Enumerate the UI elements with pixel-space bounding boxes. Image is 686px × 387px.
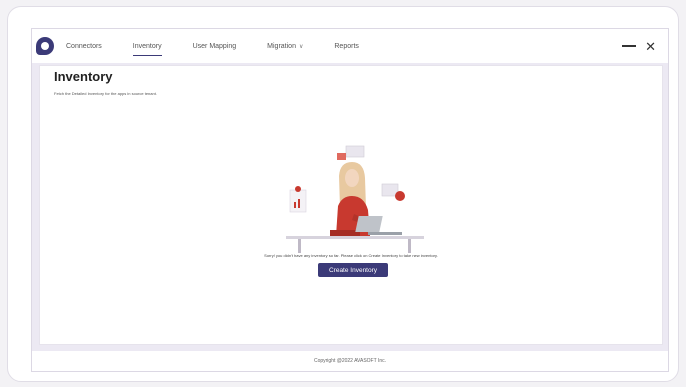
main-nav: Connectors Inventory User Mapping Migrat… [66, 29, 390, 63]
page-subtitle: Fetch the Detailed Inventory for the app… [54, 91, 157, 96]
nav-item-label: Reports [334, 42, 359, 50]
nav-item-label: User Mapping [192, 42, 237, 50]
app-window: Connectors Inventory User Mapping Migrat… [31, 28, 669, 372]
nav-item-reports[interactable]: Reports [334, 29, 359, 63]
top-navigation-bar: Connectors Inventory User Mapping Migrat… [32, 29, 668, 63]
nav-item-label: Connectors [66, 42, 102, 50]
nav-item-inventory[interactable]: Inventory [132, 29, 162, 63]
empty-state-message: Sorry! you didn't have any inventory so … [264, 253, 438, 258]
nav-item-label: Inventory [132, 42, 162, 50]
create-inventory-button[interactable]: Create Inventory [318, 263, 388, 277]
nav-item-label: Migration [267, 42, 296, 50]
minimize-icon[interactable] [622, 45, 637, 47]
nav-item-connectors[interactable]: Connectors [66, 29, 102, 63]
window-controls: ✕ [622, 40, 656, 53]
copyright-text: Copyright @2022 AVASOFT Inc. [313, 358, 387, 364]
nav-item-migration[interactable]: Migration ∨ [267, 29, 303, 63]
chevron-down-icon: ∨ [298, 43, 304, 50]
nav-item-user-mapping[interactable]: User Mapping [193, 29, 237, 63]
footer: Copyright @2022 AVASOFT Inc. [32, 351, 668, 371]
page-title: Inventory [54, 69, 113, 84]
inventory-panel: Inventory Fetch the Detailed Inventory f… [39, 65, 663, 345]
close-icon[interactable]: ✕ [645, 40, 656, 53]
empty-state-illustration-icon [286, 145, 424, 253]
app-logo-icon [36, 37, 54, 55]
